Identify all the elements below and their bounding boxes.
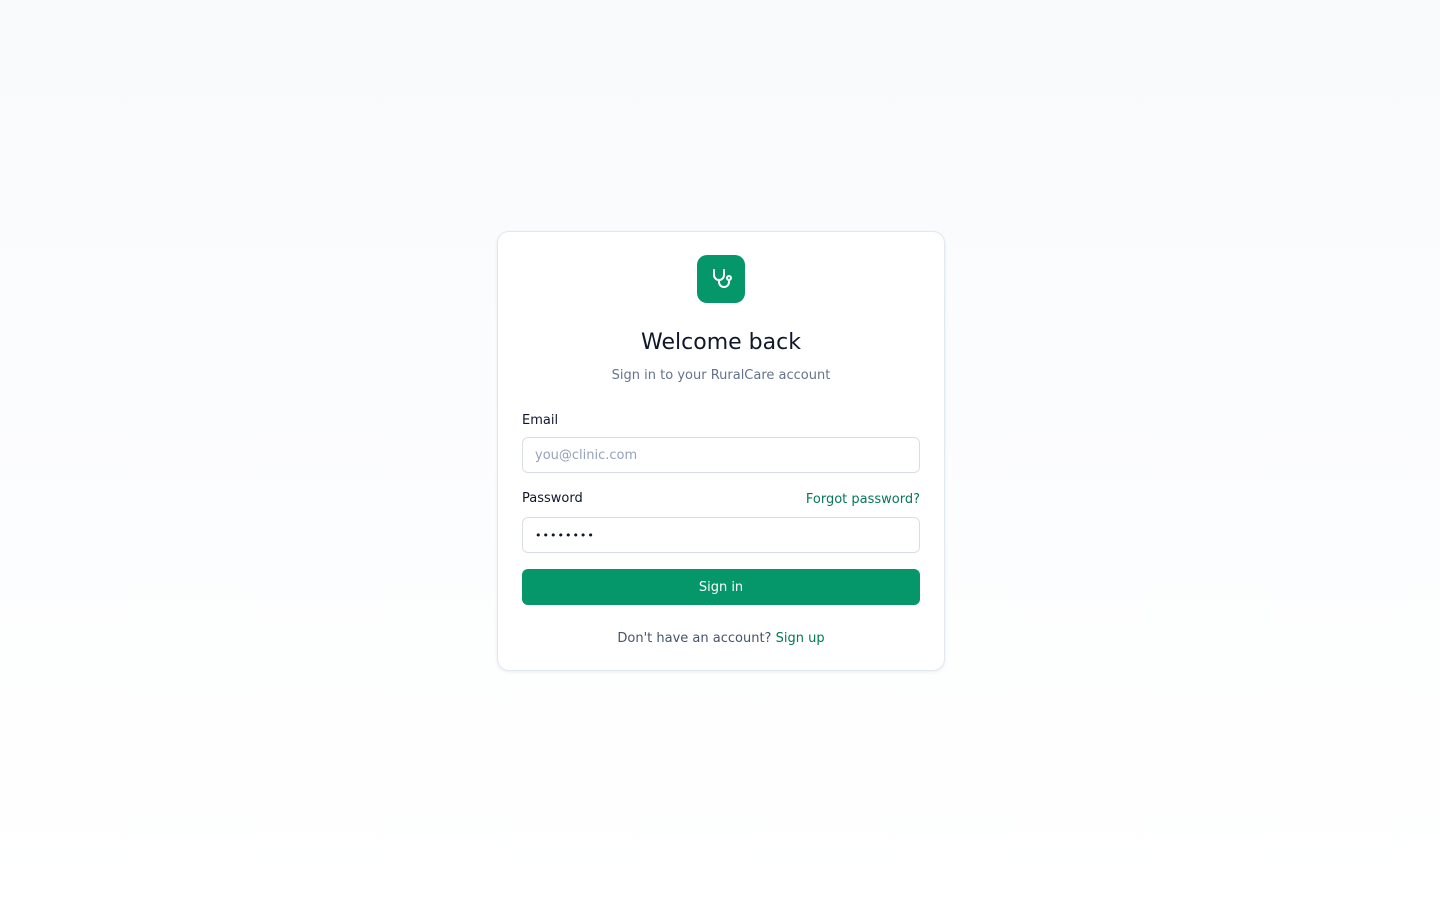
password-field[interactable]	[522, 517, 920, 553]
app-logo	[697, 255, 745, 303]
email-label: Email	[522, 413, 559, 428]
sign-up-link[interactable]: Sign up	[776, 631, 825, 646]
forgot-password-link[interactable]: Forgot password?	[806, 492, 920, 507]
page-subtitle: Sign in to your RuralCare account	[611, 368, 831, 383]
email-field[interactable]	[522, 437, 920, 473]
sign-in-button[interactable]: Sign in	[522, 569, 920, 605]
signup-prompt-text: Don't have an account?	[617, 631, 772, 646]
signup-prompt: Don't have an account? Sign up	[522, 631, 920, 647]
stethoscope-icon	[709, 267, 733, 291]
password-label: Password	[522, 491, 583, 506]
password-label-row: Password Forgot password?	[522, 491, 920, 507]
login-card: Welcome back Sign in to your RuralCare a…	[497, 231, 945, 671]
page-title: Welcome back	[641, 330, 801, 355]
